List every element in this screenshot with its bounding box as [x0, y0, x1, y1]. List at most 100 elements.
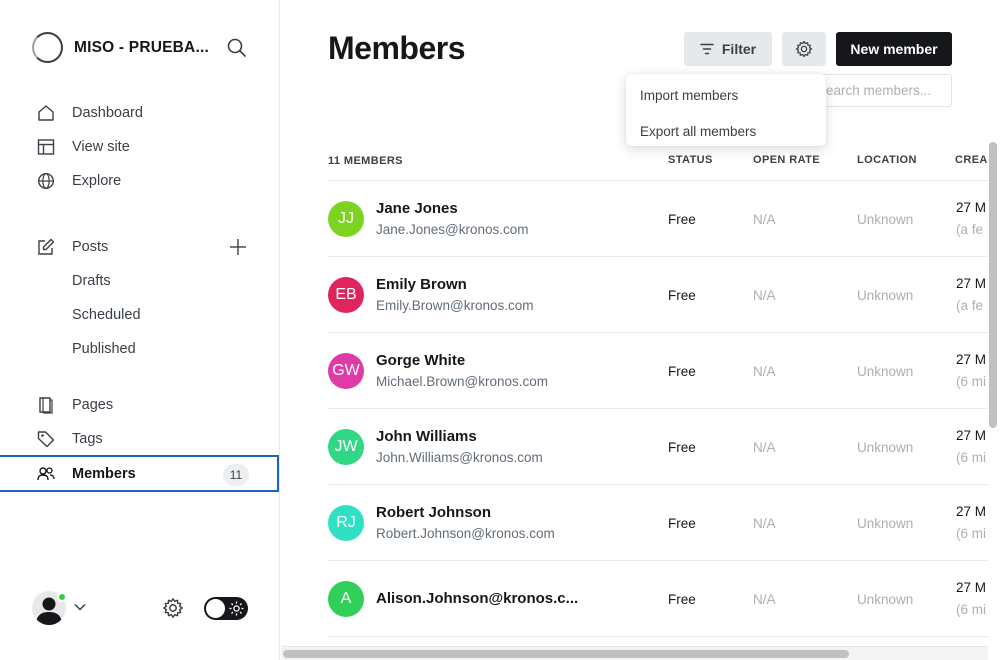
globe-icon [37, 172, 55, 190]
member-email: Michael.Brown@kronos.com [376, 374, 549, 389]
tag-icon [37, 431, 55, 448]
member-avatar: EB [328, 277, 364, 313]
filter-button[interactable]: Filter [684, 32, 772, 66]
table-row[interactable]: RJ Robert Johnson Robert.Johnson@kronos.… [328, 485, 988, 561]
column-created[interactable]: CREA [955, 154, 988, 166]
member-status: Free [668, 364, 696, 379]
site-name: MISO - PRUEBA... [74, 38, 209, 56]
column-location[interactable]: LOCATION [857, 154, 917, 166]
horizontal-scrollbar[interactable] [281, 646, 988, 660]
table-header: 11 MEMBERS STATUS OPEN RATE LOCATION CRE… [328, 140, 988, 181]
gear-icon [795, 40, 813, 58]
nav-drafts[interactable]: Drafts [0, 264, 279, 298]
nav-explore[interactable]: Explore [0, 164, 279, 198]
chevron-down-icon[interactable] [73, 600, 87, 614]
member-email: Robert.Johnson@kronos.com [376, 526, 555, 541]
member-open-rate: N/A [753, 212, 776, 227]
table-row[interactable]: EB Emily Brown Emily.Brown@kronos.com Fr… [328, 257, 988, 333]
nav-label: Posts [72, 239, 109, 255]
member-location: Unknown [857, 440, 914, 455]
member-status: Free [668, 440, 696, 455]
member-created: 27 M [956, 276, 987, 291]
column-open-rate[interactable]: OPEN RATE [753, 154, 820, 166]
vertical-scrollbar-thumb[interactable] [989, 142, 997, 428]
member-open-rate: N/A [753, 364, 776, 379]
member-status: Free [668, 516, 696, 531]
member-avatar: JJ [328, 201, 364, 237]
member-avatar: JW [328, 429, 364, 465]
member-created-relative: (6 mi [956, 602, 986, 617]
member-created: 27 M [956, 200, 987, 215]
member-open-rate: N/A [753, 440, 776, 455]
member-created-relative: (a fe [956, 222, 984, 237]
member-avatar: RJ [328, 505, 364, 541]
vertical-scrollbar[interactable] [988, 142, 998, 660]
actions-dropdown-menu: Import members Export all members [626, 74, 826, 146]
member-email: Jane.Jones@kronos.com [376, 222, 529, 237]
nav-label: Dashboard [72, 105, 143, 121]
members-count-badge: 11 [223, 464, 249, 486]
nav-label: Tags [72, 431, 103, 447]
member-name: Emily Brown [376, 276, 467, 293]
member-name: Robert Johnson [376, 504, 491, 521]
member-created-relative: (6 mi [956, 374, 986, 389]
new-member-button[interactable]: New member [836, 32, 952, 66]
site-brand[interactable]: MISO - PRUEBA... [32, 32, 209, 63]
nav-scheduled[interactable]: Scheduled [0, 298, 279, 332]
member-name: John Williams [376, 428, 477, 445]
nav-label: View site [72, 139, 130, 155]
table-row[interactable]: GW Gorge White Michael.Brown@kronos.com … [328, 333, 988, 409]
sidebar: MISO - PRUEBA... Dashboard View site Exp… [0, 0, 280, 660]
members-table: 11 MEMBERS STATUS OPEN RATE LOCATION CRE… [328, 140, 988, 645]
horizontal-scrollbar-thumb[interactable] [283, 650, 849, 658]
nav-label: Pages [72, 397, 114, 413]
site-logo [32, 32, 63, 63]
import-members-item[interactable]: Import members [626, 86, 826, 105]
theme-toggle[interactable] [204, 597, 248, 620]
filter-icon [700, 43, 714, 55]
member-created: 27 M [956, 428, 987, 443]
member-created-relative: (6 mi [956, 450, 986, 465]
filter-label: Filter [721, 41, 757, 57]
member-email: Emily.Brown@kronos.com [376, 298, 534, 313]
member-created: 27 M [956, 504, 987, 519]
member-location: Unknown [857, 288, 914, 303]
members-count-heading: 11 MEMBERS [328, 155, 403, 167]
member-name: Gorge White [376, 352, 466, 369]
nav-posts[interactable]: Posts [0, 230, 279, 264]
members-icon [37, 467, 55, 481]
member-location: Unknown [857, 212, 914, 227]
member-created-relative: (6 mi [956, 526, 986, 541]
nav-pages[interactable]: Pages [0, 388, 279, 422]
member-created-relative: (a fe [956, 298, 984, 313]
member-location: Unknown [857, 592, 914, 607]
member-name: Alison.Johnson@kronos.c... [376, 590, 579, 607]
member-location: Unknown [857, 516, 914, 531]
table-row[interactable]: A Alison.Johnson@kronos.c... Free N/A Un… [328, 561, 988, 637]
nav-members[interactable]: Members 11 [0, 455, 279, 492]
nav-tags[interactable]: Tags [0, 422, 279, 456]
nav-published[interactable]: Published [0, 332, 279, 366]
nav-label: Drafts [72, 273, 111, 289]
member-email: John.Williams@kronos.com [376, 450, 543, 465]
member-location: Unknown [857, 364, 914, 379]
nav-view-site[interactable]: View site [0, 130, 279, 164]
member-status: Free [668, 288, 696, 303]
member-created: 27 M [956, 352, 987, 367]
nav-dashboard[interactable]: Dashboard [0, 96, 279, 130]
member-settings-button[interactable] [782, 32, 826, 66]
plus-icon[interactable] [229, 238, 247, 256]
member-avatar: A [328, 581, 364, 617]
home-icon [38, 105, 54, 121]
settings-gear-icon[interactable] [162, 597, 184, 619]
page-title: Members [328, 30, 466, 66]
sun-icon [229, 601, 244, 616]
table-row[interactable]: JW John Williams John.Williams@kronos.co… [328, 409, 988, 485]
search-icon[interactable] [226, 37, 248, 59]
member-status: Free [668, 592, 696, 607]
column-status[interactable]: STATUS [668, 154, 713, 166]
table-row[interactable]: JJ Jane Jones Jane.Jones@kronos.com Free… [328, 181, 988, 257]
member-avatar: GW [328, 353, 364, 389]
nav-label: Explore [72, 173, 122, 189]
edit-icon [38, 238, 55, 255]
